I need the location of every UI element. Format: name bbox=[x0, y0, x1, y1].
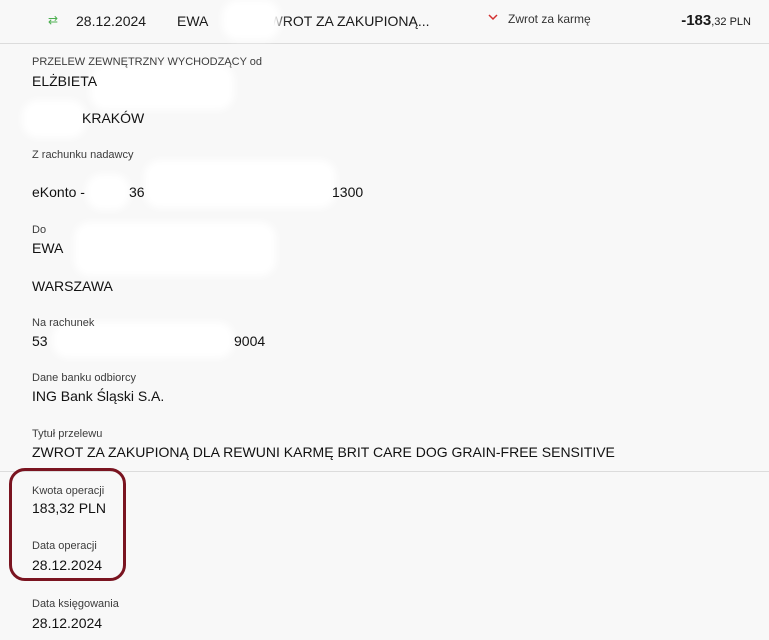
transaction-date: 28.12.2024 bbox=[76, 13, 147, 29]
redaction-blur bbox=[228, 6, 274, 34]
title-label: Tytuł przelewu bbox=[32, 428, 103, 440]
amount-integer: -183 bbox=[681, 12, 712, 29]
redaction-blur bbox=[92, 180, 124, 204]
transfer-arrows-icon: ⇄ bbox=[48, 13, 59, 27]
to-account-prefix: 53 bbox=[32, 333, 48, 349]
from-account-suffix: 1300 bbox=[332, 184, 364, 200]
to-label: Do bbox=[32, 224, 47, 236]
recipient-name: EWA bbox=[32, 240, 64, 256]
chevron-down-icon[interactable] bbox=[487, 11, 499, 23]
recipient-city: WARSZAWA bbox=[32, 278, 113, 294]
from-account-label: Z rachunku nadawcy bbox=[32, 149, 134, 161]
transaction-title: ZWROT ZA ZAKUPIONĄ... bbox=[261, 13, 430, 29]
transaction-amount: -183,32 PLN bbox=[681, 12, 751, 29]
from-account-prefix: eKonto - bbox=[32, 184, 85, 200]
highlight-annotation bbox=[9, 468, 126, 581]
redaction-blur bbox=[28, 106, 80, 132]
posting-date-label: Data księgowania bbox=[32, 598, 119, 610]
bank-label: Dane banku odbiorcy bbox=[32, 372, 136, 384]
to-account-suffix: 9004 bbox=[234, 333, 266, 349]
transfer-type-label: PRZELEW ZEWNĘTRZNY WYCHODZĄCY od bbox=[32, 56, 263, 68]
sender-city: KRAKÓW bbox=[82, 110, 145, 126]
posting-date-value: 28.12.2024 bbox=[32, 615, 103, 631]
transaction-counterparty: EWA bbox=[177, 13, 209, 29]
from-account-part: 36 bbox=[129, 184, 145, 200]
title-value: ZWROT ZA ZAKUPIONĄ DLA REWUNI KARMĘ BRIT… bbox=[32, 444, 615, 460]
redaction-blur bbox=[80, 228, 270, 270]
redaction-blur bbox=[58, 328, 228, 352]
redaction-blur bbox=[150, 166, 330, 202]
sender-name: ELŻBIETA bbox=[32, 73, 98, 89]
category-dropdown[interactable]: Zwrot za karmę bbox=[508, 12, 591, 26]
redaction-blur bbox=[96, 70, 228, 104]
amount-decimal: ,32 PLN bbox=[711, 16, 751, 28]
transaction-row[interactable]: ⇄ 28.12.2024 EWA ZWROT ZA ZAKUPIONĄ... Z… bbox=[0, 0, 769, 44]
bank-name: ING Bank Śląski S.A. bbox=[32, 388, 165, 404]
to-account-label: Na rachunek bbox=[32, 317, 95, 329]
